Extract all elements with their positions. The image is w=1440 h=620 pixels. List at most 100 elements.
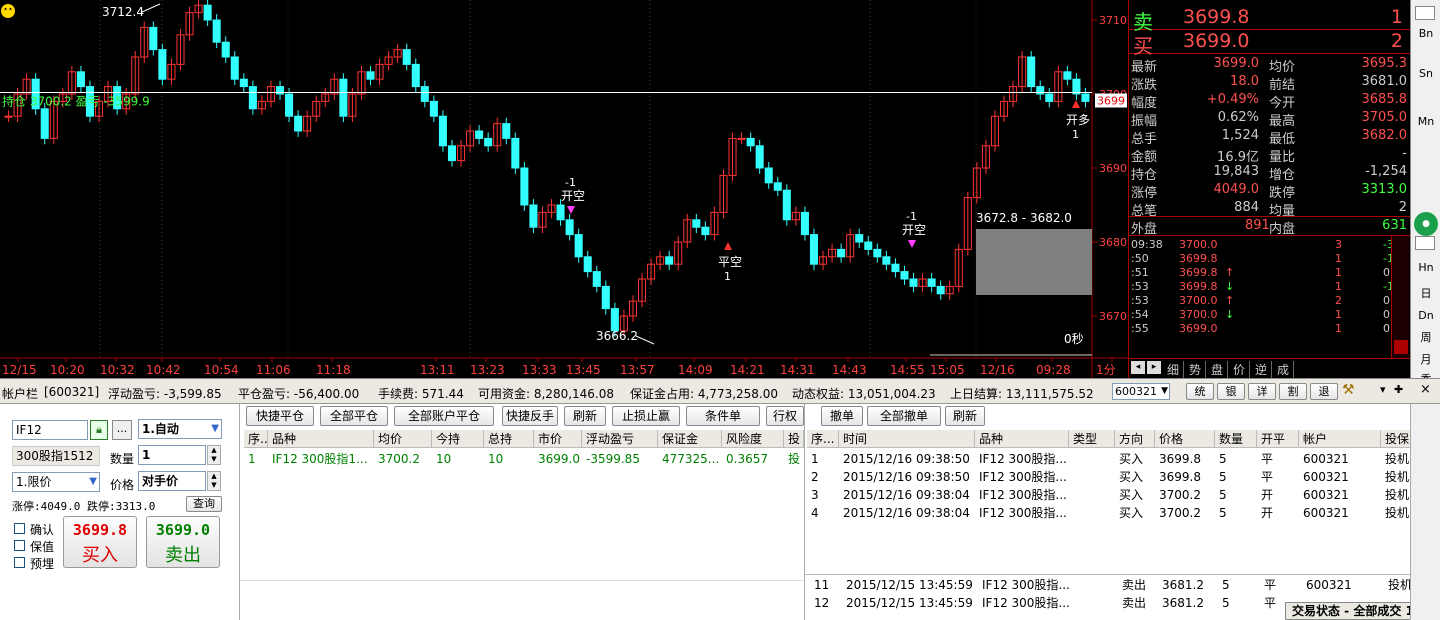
trades-cell[interactable]: 5 <box>1218 594 1260 612</box>
tab-prev-icon[interactable]: ◂ <box>1131 361 1145 374</box>
trades-column-header[interactable]: 开平 <box>1257 430 1299 448</box>
positions-column-header[interactable]: 保证金 <box>658 430 722 448</box>
account-tool-button[interactable]: 银 <box>1217 383 1245 400</box>
trades-cell[interactable]: 1 <box>807 450 839 468</box>
positions-toolbar-button[interactable]: 全部平仓 <box>320 406 388 426</box>
lock-icon[interactable]: 🔒︎ <box>90 420 108 440</box>
trades-cell[interactable]: 买入 <box>1115 504 1155 522</box>
positions-cell[interactable]: IF12 300股指1... <box>268 450 374 468</box>
positions-cell[interactable]: 投 <box>784 450 804 468</box>
qty-stepper[interactable]: ▲ ▼ <box>207 445 221 465</box>
trades-cell[interactable]: 600321 <box>1299 450 1381 468</box>
kline-chart[interactable]: 3710370036903680367012/1510:2010:3210:42… <box>0 0 1128 378</box>
trades-column-header[interactable]: 价格 <box>1155 430 1215 448</box>
positions-toolbar-button[interactable]: 快捷反手 <box>502 406 558 426</box>
close-icon[interactable]: × <box>1420 382 1431 397</box>
qty-input[interactable]: 1 <box>138 445 206 465</box>
trades-cell[interactable]: 开 <box>1257 504 1299 522</box>
period-button[interactable]: 周 <box>1413 328 1439 348</box>
trades-cell[interactable]: IF12 300股指... <box>975 450 1069 468</box>
positions-toolbar-button[interactable]: 止损止赢 <box>612 406 680 426</box>
buy-signal-marker[interactable]: 平空1 <box>718 242 742 283</box>
positions-column-header[interactable]: 品种 <box>268 430 374 448</box>
trades-cell[interactable]: 2015/12/16 09:38:50 <box>839 450 975 468</box>
tools-icon[interactable]: ⚒ <box>1342 382 1355 398</box>
quote-tab[interactable]: 价 <box>1233 361 1251 378</box>
positions-cell[interactable]: 477325... <box>658 450 722 468</box>
trades-cell[interactable]: IF12 300股指... <box>978 576 1072 594</box>
positions-column-header[interactable]: 今持 <box>432 430 484 448</box>
sell-signal-marker[interactable]: -1开空 <box>561 176 585 214</box>
trades-cell[interactable]: 4 <box>807 504 839 522</box>
buy-button[interactable]: 3699.8 买入 <box>63 516 137 568</box>
trades-cell[interactable]: 3681.2 <box>1158 594 1218 612</box>
period-scroll-down-icon[interactable] <box>1415 236 1435 250</box>
trades-cell[interactable]: 5 <box>1215 504 1257 522</box>
trades-column-header[interactable]: 时间 <box>839 430 975 448</box>
trades-toolbar-button[interactable]: 全部撤单 <box>867 406 941 426</box>
trades-column-header[interactable]: 数量 <box>1215 430 1257 448</box>
positions-cell[interactable]: -3599.85 <box>582 450 658 468</box>
trades-column-header[interactable]: 方向 <box>1115 430 1155 448</box>
account-tool-button[interactable]: 统 <box>1186 383 1214 400</box>
trades-cell[interactable]: 3700.2 <box>1155 486 1215 504</box>
tick-row[interactable]: :53 3700.0 ↑ 2 0 <box>1129 294 1411 308</box>
positions-column-header[interactable]: 投 <box>784 430 804 448</box>
tick-row[interactable]: :53 3699.8 ↓ 1 -1 <box>1129 280 1411 294</box>
quote-tab[interactable]: 细 <box>1167 361 1185 378</box>
trades-cell[interactable]: 5 <box>1215 468 1257 486</box>
positions-column-header[interactable]: 序... <box>244 430 268 448</box>
trades-cell[interactable] <box>1069 504 1115 522</box>
trades-cell[interactable]: 3 <box>807 486 839 504</box>
positions-cell[interactable]: 3699.0 <box>534 450 582 468</box>
account-tool-button[interactable]: 割 <box>1279 383 1307 400</box>
tick-row[interactable]: :54 3700.0 ↓ 1 0 <box>1129 308 1411 322</box>
positions-column-header[interactable]: 总持 <box>484 430 534 448</box>
trades-cell[interactable]: 3700.2 <box>1155 504 1215 522</box>
positions-toolbar-button[interactable]: 条件单 <box>686 406 760 426</box>
positions-column-header[interactable]: 风险度 <box>722 430 784 448</box>
period-button[interactable]: Dn <box>1413 306 1439 326</box>
positions-column-header[interactable]: 市价 <box>534 430 582 448</box>
trades-cell[interactable]: 开 <box>1257 486 1299 504</box>
quote-tab[interactable]: 盘 <box>1211 361 1229 378</box>
trades-cell[interactable]: 3699.8 <box>1155 450 1215 468</box>
trades-column-header[interactable]: 序... <box>807 430 839 448</box>
period-button[interactable]: Mn <box>1413 112 1439 132</box>
dock-icon[interactable]: ✚ <box>1394 383 1403 396</box>
trades-cell[interactable]: 平 <box>1257 450 1299 468</box>
trades-cell[interactable]: 2 <box>807 468 839 486</box>
positions-cell[interactable]: 3700.2 <box>374 450 432 468</box>
trades-cell[interactable]: 5 <box>1215 450 1257 468</box>
browse-button[interactable]: ... <box>112 420 132 440</box>
trades-cell[interactable]: 投机 <box>1381 450 1411 468</box>
trades-cell[interactable]: 投机 <box>1381 468 1411 486</box>
trades-cell[interactable]: 2015/12/16 09:38:04 <box>839 504 975 522</box>
positions-cell[interactable]: 1 <box>244 450 268 468</box>
period-button[interactable]: 月 <box>1413 350 1439 370</box>
trades-column-header[interactable]: 帐户 <box>1299 430 1381 448</box>
trades-cell[interactable] <box>1069 450 1115 468</box>
trades-cell[interactable]: 12 <box>810 594 842 612</box>
trades-cell[interactable]: 投机 <box>1381 486 1411 504</box>
mode-select[interactable]: 1.自动 ▼ <box>138 419 222 439</box>
price-type-select[interactable]: 1.限价 ▼ <box>12 472 100 492</box>
period-button[interactable]: 日 <box>1413 284 1439 304</box>
period-button[interactable]: Bn <box>1413 24 1439 44</box>
tick-row[interactable]: :51 3699.8 ↑ 1 0 <box>1129 266 1411 280</box>
positions-column-header[interactable]: 浮动盈亏 <box>582 430 658 448</box>
trades-cell[interactable]: 买入 <box>1115 450 1155 468</box>
confirm-checkbox[interactable] <box>14 523 25 534</box>
query-button[interactable]: 查询 <box>186 496 222 512</box>
hedge-checkbox[interactable] <box>14 540 25 551</box>
trades-column-header[interactable]: 品种 <box>975 430 1069 448</box>
trades-cell[interactable]: 11 <box>810 576 842 594</box>
positions-cell[interactable]: 0.3657 <box>722 450 784 468</box>
account-tool-button[interactable]: 详 <box>1248 383 1276 400</box>
trades-cell[interactable]: IF12 300股指... <box>978 594 1072 612</box>
trades-toolbar-button[interactable]: 撤单 <box>821 406 863 426</box>
trades-cell[interactable]: IF12 300股指... <box>975 468 1069 486</box>
positions-cell[interactable]: 10 <box>432 450 484 468</box>
trades-column-header[interactable]: 投保 <box>1381 430 1411 448</box>
sell-signal-marker[interactable]: -1开空 <box>902 210 926 248</box>
